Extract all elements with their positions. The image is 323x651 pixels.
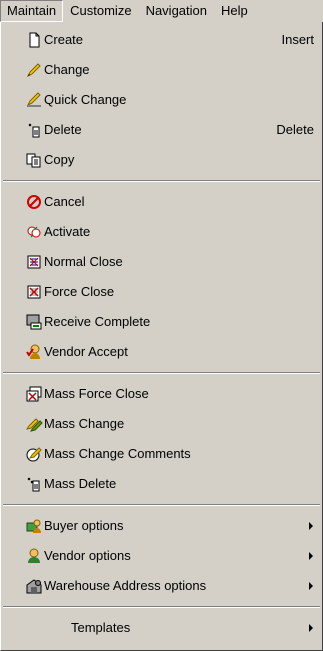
submenu-arrow-icon xyxy=(309,624,313,632)
menu-item-quick-change[interactable]: Quick Change xyxy=(1,85,322,115)
pencil-icon xyxy=(25,61,43,79)
menu-item-mass-delete[interactable]: Mass Delete xyxy=(1,469,322,499)
vendor-icon xyxy=(25,547,43,565)
menu-item-label: Quick Change xyxy=(44,92,127,107)
receive-complete-icon xyxy=(25,313,43,331)
menu-item-label: Mass Change Comments xyxy=(44,446,191,461)
menu-bar: Maintain Customize Navigation Help xyxy=(0,0,323,22)
menu-item-templates[interactable]: Templates xyxy=(1,613,322,643)
menu-separator xyxy=(1,175,322,187)
pencil-ruler-icon xyxy=(25,91,43,109)
activate-icon xyxy=(25,223,43,241)
copy-icon xyxy=(25,151,43,169)
mass-change-icon xyxy=(25,415,43,433)
menu-item-change[interactable]: Change xyxy=(1,55,322,85)
menu-item-label: Create xyxy=(44,32,84,47)
menu-customize[interactable]: Customize xyxy=(63,0,138,22)
menu-item-label: Buyer options xyxy=(44,518,124,533)
menu-item-copy[interactable]: Copy xyxy=(1,145,322,175)
delete-icon xyxy=(25,121,43,139)
menu-item-label: Change xyxy=(44,62,90,77)
menu-item-activate[interactable]: Activate xyxy=(1,217,322,247)
document-icon xyxy=(25,31,43,49)
menu-item-label: Delete xyxy=(44,122,82,137)
menu-item-label: Mass Change xyxy=(44,416,125,431)
warehouse-icon xyxy=(25,577,43,595)
menu-item-mass-change-comments[interactable]: Mass Change Comments xyxy=(1,439,322,469)
shortcut-text: Insert xyxy=(281,32,314,47)
menu-maintain[interactable]: Maintain xyxy=(0,0,64,22)
menu-item-normal-close[interactable]: Normal Close xyxy=(1,247,322,277)
menu-item-mass-force-close[interactable]: Mass Force Close xyxy=(1,379,322,409)
maintain-dropdown: Create Insert Change Quick Change Delete… xyxy=(0,22,323,651)
buyer-icon xyxy=(25,517,43,535)
menu-help[interactable]: Help xyxy=(214,0,255,22)
menu-navigation[interactable]: Navigation xyxy=(139,0,214,22)
submenu-arrow-icon xyxy=(309,522,313,530)
menu-item-force-close[interactable]: Force Close xyxy=(1,277,322,307)
menu-item-receive-complete[interactable]: Receive Complete xyxy=(1,307,322,337)
menu-item-label: Force Close xyxy=(44,284,115,299)
menu-separator xyxy=(1,601,322,613)
menu-item-label: Normal Close xyxy=(44,254,123,269)
menu-item-mass-change[interactable]: Mass Change xyxy=(1,409,322,439)
menu-item-vendor-accept[interactable]: Vendor Accept xyxy=(1,337,322,367)
menu-separator xyxy=(1,367,322,379)
vendor-accept-icon xyxy=(25,343,43,361)
mass-force-close-icon xyxy=(25,385,43,403)
menu-item-vendor-options[interactable]: Vendor options xyxy=(1,541,322,571)
menu-item-warehouse-address-options[interactable]: Warehouse Address options xyxy=(1,571,322,601)
menu-item-label: Mass Delete xyxy=(44,476,117,491)
menu-item-cancel[interactable]: Cancel xyxy=(1,187,322,217)
menu-item-label: Mass Force Close xyxy=(44,386,149,401)
menu-item-label: Templates xyxy=(71,620,131,635)
menu-item-buyer-options[interactable]: Buyer options xyxy=(1,511,322,541)
menu-item-label: Vendor options xyxy=(44,548,131,563)
menu-item-label: Receive Complete xyxy=(44,314,151,329)
force-close-icon xyxy=(25,283,43,301)
menu-item-label: Vendor Accept xyxy=(44,344,128,359)
submenu-arrow-icon xyxy=(309,582,313,590)
menu-item-label: Activate xyxy=(44,224,91,239)
mass-change-comments-icon xyxy=(25,445,43,463)
menu-item-label: Copy xyxy=(44,152,75,167)
menu-item-label: Warehouse Address options xyxy=(44,578,207,593)
cancel-icon xyxy=(25,193,43,211)
menu-item-create[interactable]: Create Insert xyxy=(1,25,322,55)
normal-close-icon xyxy=(25,253,43,271)
mass-delete-icon xyxy=(25,475,43,493)
submenu-arrow-icon xyxy=(309,552,313,560)
menu-item-delete[interactable]: Delete Delete xyxy=(1,115,322,145)
menu-separator xyxy=(1,499,322,511)
shortcut-text: Delete xyxy=(276,122,314,137)
menu-item-label: Cancel xyxy=(44,194,85,209)
